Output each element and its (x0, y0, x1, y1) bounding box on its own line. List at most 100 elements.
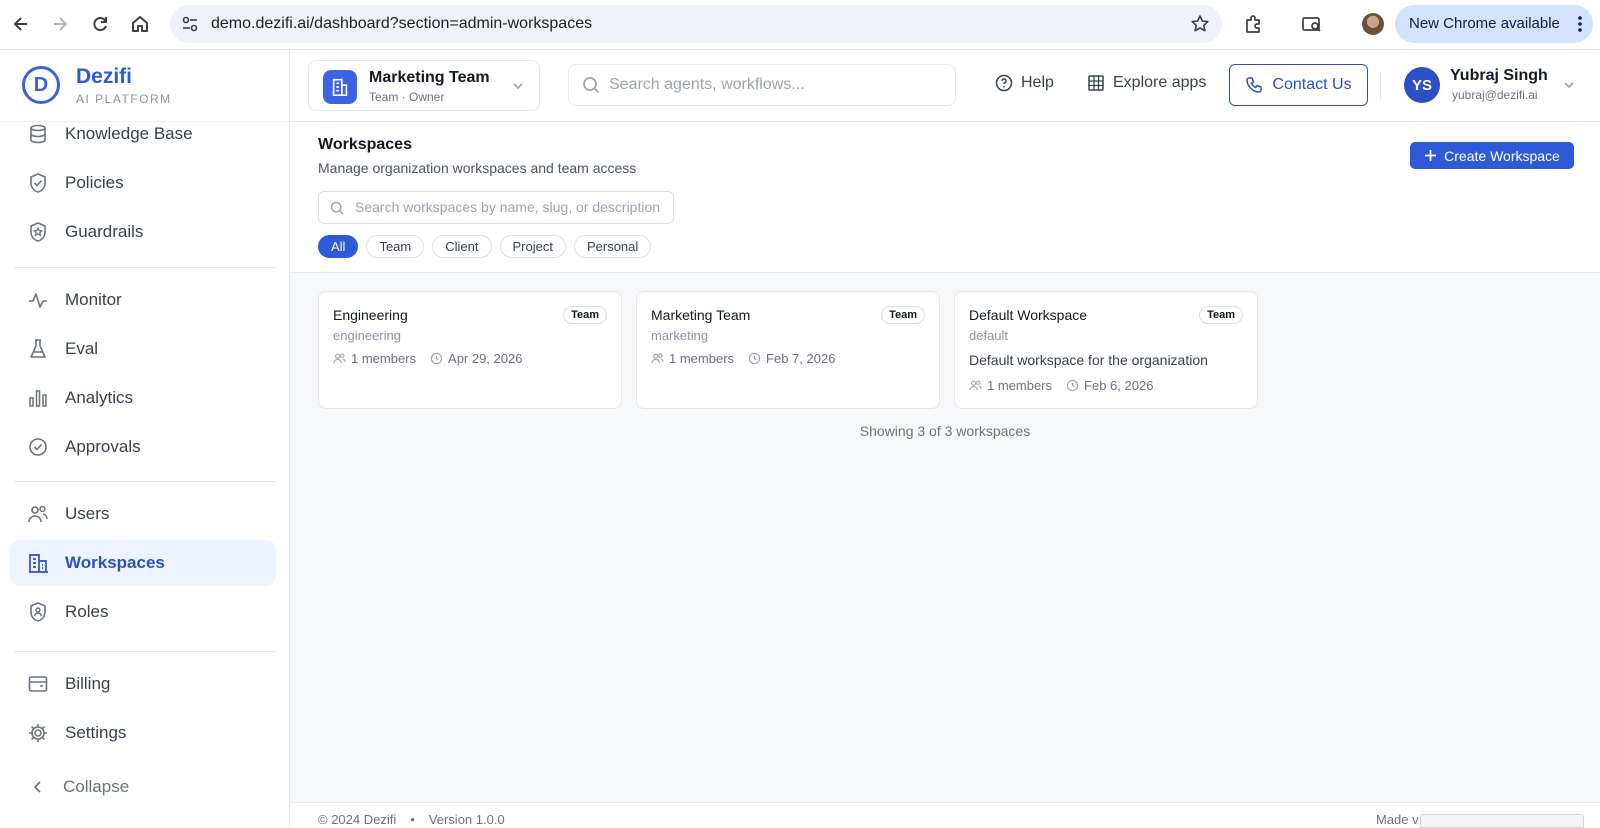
site-settings-icon[interactable] (178, 13, 202, 35)
sidebar-item-label: Roles (65, 602, 109, 621)
preview-thumbnail[interactable] (1420, 814, 1584, 828)
explore-label: Explore apps (1113, 74, 1207, 91)
brand-name: Dezifi (76, 65, 133, 88)
members-count: 1 members (987, 378, 1053, 393)
made-with-text: Made v (1376, 812, 1419, 827)
created-date: Apr 29, 2026 (448, 351, 523, 366)
app-header: Marketing Team Team · Owner Search agent… (290, 50, 1600, 122)
building-icon (27, 552, 49, 574)
help-link[interactable]: Help (995, 74, 1054, 92)
filter-all[interactable]: All (318, 235, 359, 258)
sidebar: D Dezifi AI PLATFORM Knowledge Base Poli… (0, 50, 290, 828)
sidebar-item-label: Billing (65, 674, 111, 693)
sidebar-item-label: Guardrails (65, 222, 144, 241)
team-building-icon (323, 70, 357, 104)
search-icon (582, 76, 600, 94)
sidebar-item-users[interactable]: Users (10, 491, 276, 537)
team-switcher[interactable]: Marketing Team Team · Owner (308, 60, 540, 111)
members-icon (651, 352, 664, 365)
forward-icon[interactable] (48, 12, 72, 36)
sidebar-item-roles[interactable]: Roles (10, 589, 276, 635)
search-placeholder: Search agents, workflows... (609, 76, 805, 93)
sidebar-item-label: Approvals (65, 437, 141, 456)
help-circle-icon (995, 74, 1013, 92)
workspace-type-badge: Team (881, 306, 925, 324)
members-icon (333, 352, 346, 365)
workspace-slug: default (969, 328, 1009, 343)
global-search-input[interactable]: Search agents, workflows... (568, 64, 956, 106)
profile-avatar[interactable] (1362, 13, 1384, 35)
footer-bullet: • (410, 812, 415, 827)
filter-team[interactable]: Team (366, 235, 425, 258)
sidebar-item-workspaces[interactable]: Workspaces (10, 540, 276, 586)
users-icon (27, 503, 49, 525)
workspace-meta: 1 members Feb 6, 2026 (969, 378, 1153, 393)
workspace-card-engineering[interactable]: Engineering Team engineering 1 members A… (318, 291, 622, 409)
filter-project[interactable]: Project (499, 235, 566, 258)
sidebar-item-eval[interactable]: Eval (10, 326, 276, 372)
create-workspace-button[interactable]: Create Workspace (1410, 142, 1574, 169)
reload-icon[interactable] (88, 12, 112, 36)
sidebar-item-guardrails[interactable]: Guardrails (10, 209, 276, 255)
filter-personal[interactable]: Personal (573, 235, 652, 258)
contact-label: Contact Us (1272, 76, 1352, 93)
home-icon[interactable] (128, 12, 152, 36)
clock-icon (430, 352, 443, 365)
help-label: Help (1021, 74, 1054, 91)
check-circle-icon (27, 436, 49, 458)
contact-us-button[interactable]: Contact Us (1229, 64, 1368, 106)
created-date: Feb 7, 2026 (766, 351, 836, 366)
collapse-button[interactable]: Collapse (10, 764, 276, 810)
user-email: yubraj@dezifi.ai (1452, 88, 1538, 102)
page-header: Workspaces Manage organization workspace… (290, 122, 1600, 273)
back-icon[interactable] (9, 12, 33, 36)
workspace-card-default[interactable]: Default Workspace Team default Default w… (954, 291, 1258, 409)
sidebar-item-billing[interactable]: Billing (10, 661, 276, 707)
collapse-label: Collapse (63, 777, 130, 796)
sidebar-item-monitor[interactable]: Monitor (10, 277, 276, 323)
workspace-search-input[interactable] (355, 199, 665, 215)
sidebar-item-knowledge-base[interactable]: Knowledge Base (10, 111, 276, 157)
sidebar-item-analytics[interactable]: Analytics (10, 375, 276, 421)
brand-subtitle: AI PLATFORM (76, 92, 172, 106)
chevron-down-icon (511, 79, 525, 93)
members-count: 1 members (669, 351, 735, 366)
sidebar-item-settings[interactable]: Settings (10, 710, 276, 756)
workspace-slug: marketing (651, 328, 709, 343)
extensions-icon[interactable] (1241, 12, 1265, 36)
user-name[interactable]: Yubraj Singh (1450, 67, 1548, 85)
address-bar[interactable]: demo.dezifi.ai/dashboard?section=admin-w… (170, 5, 1222, 43)
clock-icon (748, 352, 761, 365)
copyright: © 2024 Dezifi (318, 812, 397, 827)
more-menu-icon[interactable] (1577, 15, 1583, 33)
page-subtitle: Manage organization workspaces and team … (318, 160, 637, 176)
sidebar-item-label: Users (65, 504, 110, 523)
sidebar-item-approvals[interactable]: Approvals (10, 424, 276, 470)
filter-client[interactable]: Client (432, 235, 492, 258)
search-icon (330, 201, 344, 215)
grid-icon (1087, 74, 1105, 92)
browser-toolbar: demo.dezifi.ai/dashboard?section=admin-w… (0, 0, 1600, 50)
team-role: Team · Owner (369, 90, 445, 104)
sidebar-item-policies[interactable]: Policies (10, 160, 276, 206)
sidebar-item-label: Knowledge Base (65, 124, 193, 143)
workspace-meta: 1 members Feb 7, 2026 (651, 351, 835, 366)
workspace-description: Default workspace for the organization (969, 352, 1208, 368)
sidebar-item-label: Workspaces (65, 553, 165, 572)
sidebar-item-label: Analytics (65, 388, 134, 407)
bookmark-star-icon[interactable] (1190, 14, 1210, 34)
workspace-type-badge: Team (1199, 306, 1243, 324)
logo-icon: D (22, 66, 60, 104)
url-text[interactable]: demo.dezifi.ai/dashboard?section=admin-w… (211, 15, 592, 33)
workspace-slug: engineering (333, 328, 401, 343)
workspace-card-marketing[interactable]: Marketing Team Team marketing 1 members … (636, 291, 940, 409)
workspace-name: Engineering (333, 307, 408, 323)
shield-user-icon (27, 601, 49, 623)
user-avatar[interactable]: YS (1404, 67, 1440, 103)
tab-search-icon[interactable] (1300, 12, 1324, 36)
version: Version 1.0.0 (428, 812, 505, 827)
explore-apps-link[interactable]: Explore apps (1087, 74, 1206, 92)
footer: © 2024 Dezifi • Version 1.0.0 Made v (290, 802, 1600, 828)
chrome-update-button[interactable]: New Chrome available (1395, 5, 1593, 43)
chevron-down-icon[interactable] (1562, 78, 1576, 92)
